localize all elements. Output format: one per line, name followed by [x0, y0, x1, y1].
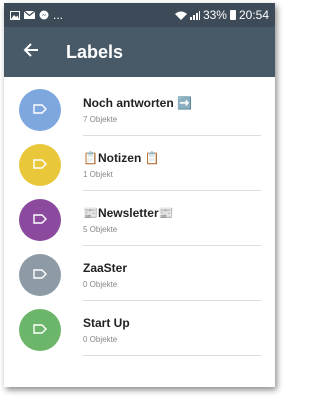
arrow-left-icon	[23, 42, 39, 63]
label-color-circle	[19, 254, 61, 296]
label-tag-icon	[33, 156, 47, 174]
notification-icons: ...	[10, 8, 175, 22]
battery-icon	[229, 10, 236, 20]
label-color-circle	[19, 144, 61, 186]
label-item[interactable]: 📰Newsletter📰 5 Objekte	[4, 191, 275, 246]
labels-list: Noch antworten ➡️ 7 Objekte 📋Notizen 📋 1…	[4, 81, 275, 356]
label-count: 7 Objekte	[83, 115, 118, 124]
signal-icon	[189, 10, 200, 20]
label-tag-icon	[33, 321, 47, 339]
back-button[interactable]	[16, 37, 46, 67]
label-tag-icon	[33, 211, 47, 229]
label-count: 5 Objekte	[83, 225, 118, 234]
label-name: 📋Notizen 📋	[83, 151, 160, 165]
status-bar: ... 33% 20:54	[4, 3, 275, 27]
label-count: 1 Objekt	[83, 170, 113, 179]
label-color-circle	[19, 199, 61, 241]
app-bar: Labels	[4, 27, 275, 77]
label-name: Start Up	[83, 316, 130, 330]
messenger-icon	[39, 10, 49, 20]
label-item[interactable]: Start Up 0 Objekte	[4, 301, 275, 356]
system-status: 33% 20:54	[174, 8, 269, 22]
label-count: 0 Objekte	[83, 280, 118, 289]
battery-percent: 33%	[202, 8, 227, 22]
page-title: Labels	[66, 41, 124, 62]
label-tag-icon	[33, 266, 47, 284]
label-item[interactable]: 📋Notizen 📋 1 Objekt	[4, 136, 275, 191]
label-color-circle	[19, 309, 61, 351]
mail-icon	[24, 11, 35, 19]
more-notifications: ...	[53, 8, 64, 22]
label-name: 📰Newsletter📰	[83, 206, 174, 220]
image-icon	[10, 10, 20, 20]
label-color-circle	[19, 89, 61, 131]
label-name: ZaaSter	[83, 261, 128, 275]
label-count: 0 Objekte	[83, 335, 118, 344]
wifi-icon	[174, 11, 187, 20]
label-item[interactable]: ZaaSter 0 Objekte	[4, 246, 275, 301]
label-item[interactable]: Noch antworten ➡️ 7 Objekte	[4, 81, 275, 136]
phone-screen: ... 33% 20:54 Labels Noch antworten ➡️ 7…	[4, 3, 275, 387]
clock: 20:54	[238, 8, 269, 22]
label-name: Noch antworten ➡️	[83, 96, 192, 110]
divider	[83, 355, 261, 356]
label-tag-icon	[33, 101, 47, 119]
